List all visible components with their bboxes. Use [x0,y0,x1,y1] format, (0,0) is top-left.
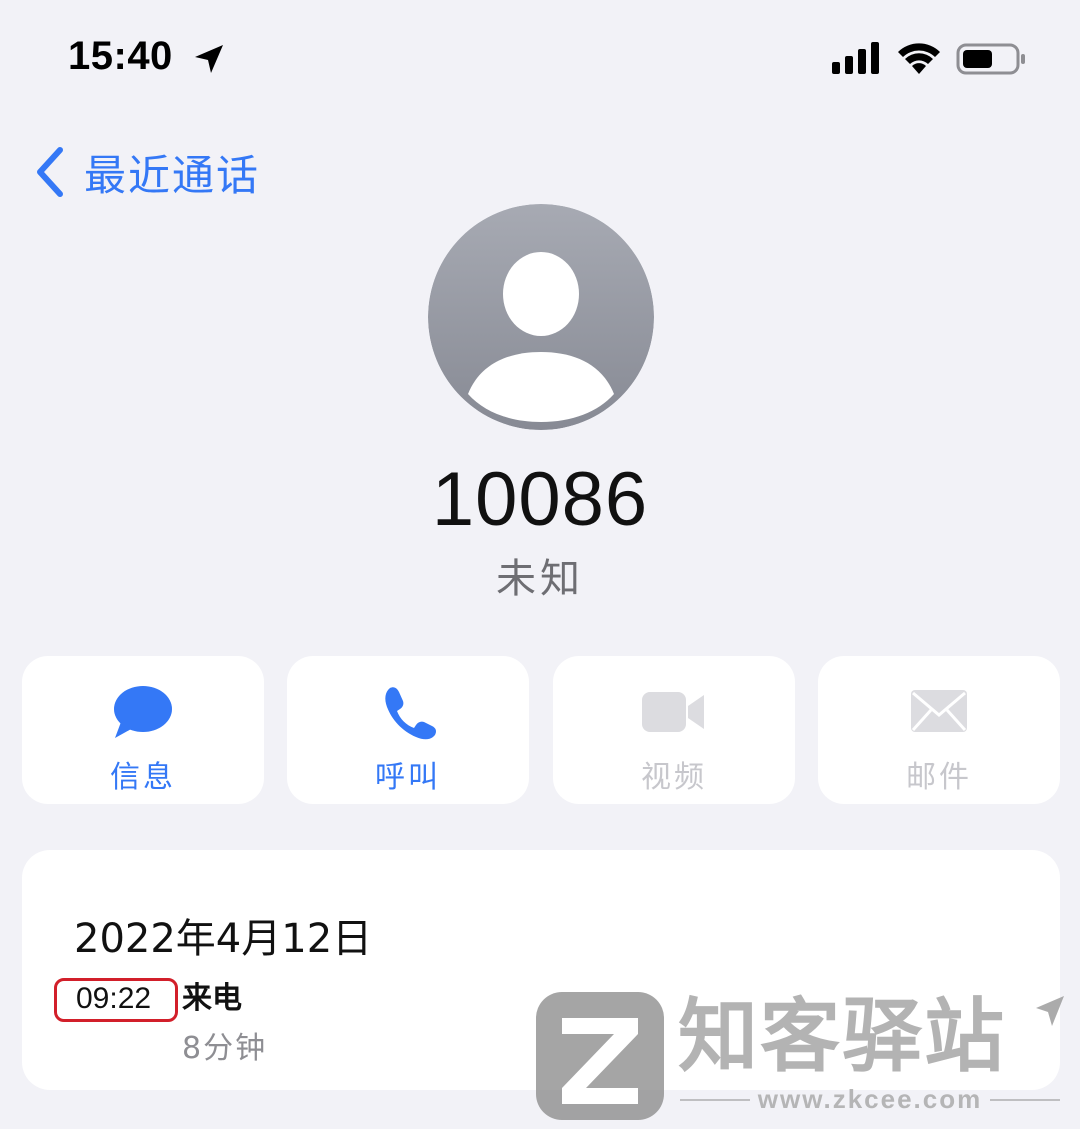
video-button[interactable]: 视频 [553,656,795,804]
phone-icon [385,687,436,740]
back-button[interactable]: 最近通话 [30,140,260,204]
message-button[interactable]: 信息 [22,656,264,804]
watermark-brand: 知客驿站 [678,990,1006,1083]
contact-number: 10086 [431,457,649,542]
watermark-url: www.zkcee.com [680,1084,1061,1115]
call-duration: 8分钟 [182,1031,268,1066]
envelope-icon [911,690,967,732]
person-silhouette-icon [428,204,654,430]
chevron-left-icon [37,147,63,197]
back-label: 最近通话 [84,150,261,200]
action-bar: 信息 呼叫 视频 邮件 [22,656,1060,806]
battery-icon [956,43,1025,75]
call-button[interactable]: 呼叫 [287,656,529,804]
video-label: 视频 [641,760,707,795]
history-date: 2022年4月12日 [74,916,373,962]
cellular-signal-icon [832,42,879,74]
message-label: 信息 [110,760,176,795]
call-label: 呼叫 [375,760,441,795]
call-type: 来电 [182,981,242,1016]
mail-button[interactable]: 邮件 [818,656,1060,804]
call-time: 09:22 [76,982,152,1015]
location-arrow-icon [195,45,223,73]
message-bubble-icon [114,686,172,738]
status-bar: 15:40 [0,0,1080,120]
divider [990,1098,1061,1101]
divider [680,1098,750,1101]
video-camera-icon [642,692,704,732]
mail-label: 邮件 [906,760,972,795]
status-time: 15:40 [68,34,173,78]
z-logo-icon [536,992,664,1120]
watermark: 知客驿站 www.zkcee.com [536,990,1066,1124]
wifi-icon [898,43,940,74]
contact-label: 未知 [496,556,584,602]
arrow-icon [1036,996,1064,1026]
watermark-url-text: www.zkcee.com [757,1084,983,1114]
